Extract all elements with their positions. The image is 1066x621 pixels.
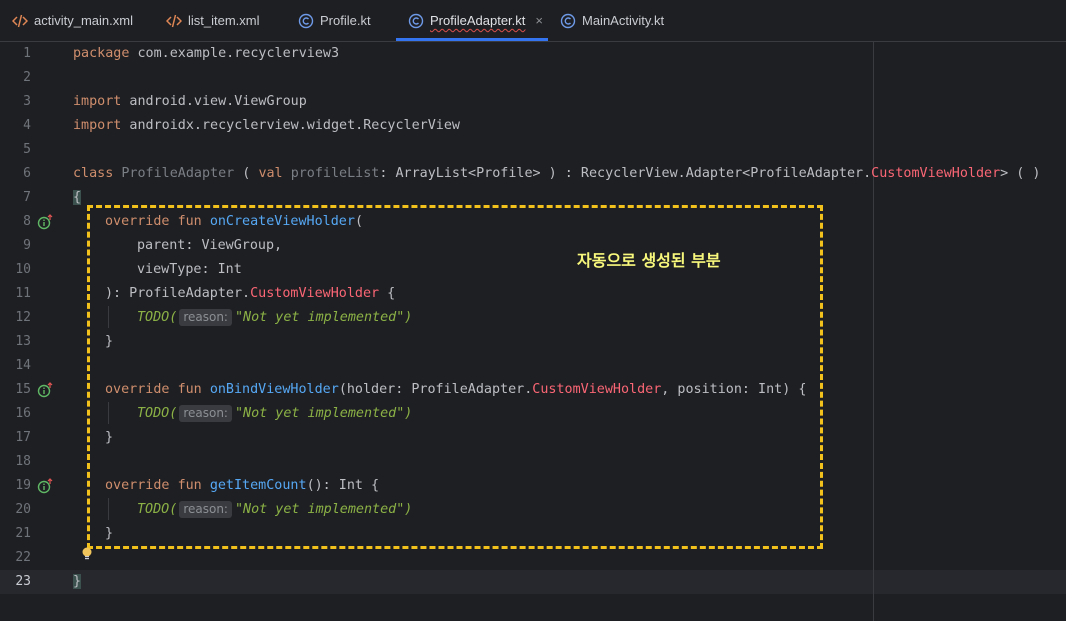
tab-profile-adapter-kt[interactable]: ProfileAdapter.kt × [408,0,543,41]
matched-brace: { [73,190,82,205]
line-number: 11 [15,286,31,301]
kotlin-class-icon [408,13,424,29]
line-number: 12 [15,310,31,325]
keyword: val [258,166,283,181]
keyword: import [73,118,122,133]
matched-brace: } [73,574,82,589]
line-number: 21 [15,526,31,541]
lightbulb-icon[interactable] [80,546,94,567]
tab-label: activity_main.xml [34,13,133,28]
line-number: 8 [23,214,31,229]
line-number: 13 [15,334,31,349]
keyword: import [73,94,122,109]
code-token: androidx.recyclerview.widget.RecyclerVie… [121,118,460,133]
line-number: 15 [15,382,31,397]
line-number: 18 [15,454,31,469]
tab-activity-main-xml[interactable]: activity_main.xml [12,0,133,41]
implements-override-icon[interactable] [37,478,53,494]
line-number: 6 [23,166,31,181]
line-text: class ProfileAdapter ( val profileList: … [73,162,1040,186]
code-line: 1 package com.example.recyclerview3 [0,42,1066,66]
implements-override-icon[interactable] [37,214,53,230]
line-number: 19 [15,478,31,493]
keyword: class [73,166,114,181]
editor-tab-bar: activity_main.xml list_item.xml Profile.… [0,0,1066,42]
line-text: package com.example.recyclerview3 [73,42,339,66]
line-number: 23 [15,574,31,589]
line-number: 1 [23,46,31,61]
tab-main-activity-kt[interactable]: MainActivity.kt [560,0,664,41]
code-line: 2 [0,66,1066,90]
xml-tag-icon [12,13,28,29]
line-number: 3 [23,94,31,109]
implements-override-icon[interactable] [37,382,53,398]
xml-tag-icon [166,13,182,29]
line-number: 14 [15,358,31,373]
code-line: 6 class ProfileAdapter ( val profileList… [0,162,1066,186]
code-line: 4 import androidx.recyclerview.widget.Re… [0,114,1066,138]
kotlin-class-icon [298,13,314,29]
line-text: } [73,570,82,594]
code-editor[interactable]: 1 package com.example.recyclerview3 2 3 … [0,42,1066,621]
tab-label: ProfileAdapter.kt [430,13,526,28]
type-reference: CustomViewHolder [871,166,1001,181]
tab-label: list_item.xml [188,13,260,28]
line-number: 16 [15,406,31,421]
line-number: 2 [23,70,31,85]
tab-list-item-xml[interactable]: list_item.xml [166,0,260,41]
code-line: 22 [0,546,1066,570]
annotation-label: 자동으로 생성된 부분 [577,251,721,270]
property-name: profileList [290,166,380,181]
tab-profile-kt[interactable]: Profile.kt [298,0,371,41]
code-line: 23 } [0,570,1066,594]
line-number: 7 [23,190,31,205]
kotlin-class-icon [560,13,576,29]
line-number: 22 [15,550,31,565]
code-token: : ArrayList<Profile> ) : RecyclerView.Ad… [379,166,872,181]
line-text: import androidx.recyclerview.widget.Recy… [73,114,460,138]
code-line: 5 [0,138,1066,162]
line-number: 20 [15,502,31,517]
code-token: ( [234,166,259,181]
line-number: 5 [23,142,31,157]
tab-label: Profile.kt [320,13,371,28]
code-line: 3 import android.view.ViewGroup [0,90,1066,114]
tab-label: MainActivity.kt [582,13,665,28]
line-number: 10 [15,262,31,277]
class-name: ProfileAdapter [121,166,235,181]
line-text: import android.view.ViewGroup [73,90,307,114]
active-tab-indicator [396,38,548,41]
keyword: package [73,46,130,61]
line-text: { [73,186,82,210]
code-token: com.example.recyclerview3 [129,46,340,61]
line-number: 17 [15,430,31,445]
line-number: 9 [23,238,31,253]
close-tab-icon[interactable]: × [535,13,543,28]
code-token: > ( ) [1000,166,1041,181]
line-number: 4 [23,118,31,133]
code-token: android.view.ViewGroup [121,94,307,109]
